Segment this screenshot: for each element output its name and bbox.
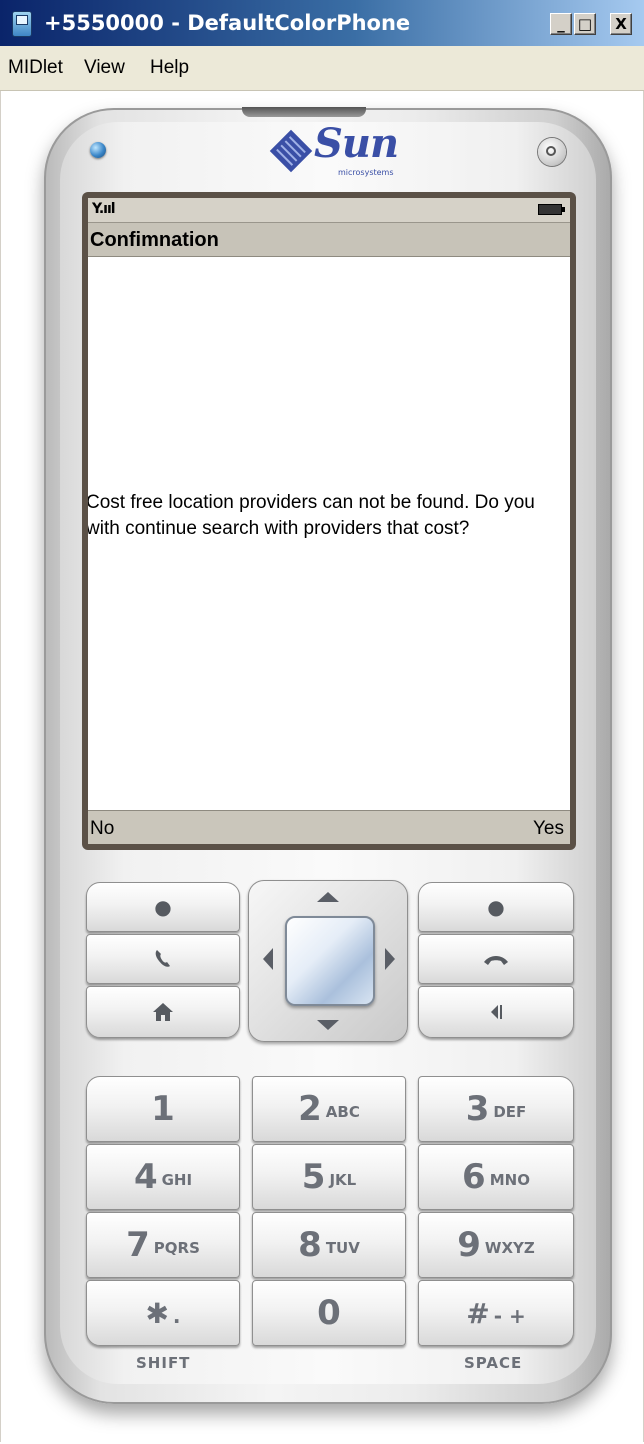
key-star[interactable]: ✱ . bbox=[86, 1280, 240, 1346]
dpad-select-button[interactable] bbox=[285, 916, 375, 1006]
key-digit: 5 bbox=[301, 1157, 326, 1197]
key-5[interactable]: 5 JKL bbox=[252, 1144, 406, 1210]
key-digit: 8 bbox=[298, 1225, 322, 1265]
key-letters: WXYZ bbox=[484, 1239, 535, 1257]
indicator-led bbox=[90, 142, 106, 158]
brand-sub: microsystems bbox=[338, 168, 394, 177]
window-titlebar: +5550000 - DefaultColorPhone _ □ X bbox=[0, 0, 644, 46]
back-button[interactable] bbox=[418, 986, 574, 1038]
dpad-left-icon[interactable] bbox=[263, 948, 273, 970]
softkey-yes[interactable]: Yes bbox=[533, 811, 564, 844]
send-button[interactable] bbox=[86, 934, 240, 984]
key-letters: MNO bbox=[489, 1171, 530, 1189]
right-soft-button[interactable]: ● bbox=[418, 882, 574, 932]
key-letters: JKL bbox=[329, 1171, 357, 1189]
end-button[interactable] bbox=[418, 934, 574, 984]
dpad-up-icon[interactable] bbox=[317, 892, 339, 902]
shift-label: SHIFT bbox=[136, 1354, 191, 1372]
key-letters: TUV bbox=[325, 1239, 360, 1257]
key-6[interactable]: 6 MNO bbox=[418, 1144, 574, 1210]
menu-help[interactable]: Help bbox=[150, 46, 189, 90]
minimize-button[interactable]: _ bbox=[550, 13, 572, 35]
key-digit: 2 bbox=[298, 1089, 322, 1129]
left-soft-button[interactable]: ● bbox=[86, 882, 240, 932]
softkey-bar: No Yes bbox=[88, 810, 570, 844]
key-0[interactable]: 0 bbox=[252, 1280, 406, 1346]
space-label: SPACE bbox=[464, 1354, 523, 1372]
status-bar: Y.ııl bbox=[88, 198, 570, 223]
sun-logo: Sun microsystems bbox=[268, 120, 399, 182]
softkey-no[interactable]: No bbox=[90, 811, 114, 844]
key-1[interactable]: 1 bbox=[86, 1076, 240, 1142]
key-letters: GHI bbox=[161, 1171, 193, 1189]
key-3[interactable]: 3 DEF bbox=[418, 1076, 574, 1142]
hang-up-icon bbox=[484, 956, 508, 965]
sun-logo-icon bbox=[269, 129, 313, 173]
dpad-right-icon[interactable] bbox=[385, 948, 395, 970]
battery-icon bbox=[538, 204, 565, 215]
key-digit: 9 bbox=[457, 1225, 481, 1265]
maximize-button[interactable]: □ bbox=[574, 13, 596, 35]
app-icon bbox=[12, 11, 32, 37]
key-digit: 7 bbox=[126, 1225, 150, 1265]
key-letters: DEF bbox=[493, 1103, 527, 1121]
dot-icon: ● bbox=[487, 895, 505, 919]
key-2[interactable]: 2 ABC bbox=[252, 1076, 406, 1142]
signal-icon: Y.ııl bbox=[92, 201, 116, 217]
brand-name: Sun bbox=[314, 120, 399, 167]
screen-title: Confimnation bbox=[88, 223, 570, 257]
key-letters: ABC bbox=[325, 1103, 360, 1121]
key-4[interactable]: 4 GHI bbox=[86, 1144, 240, 1210]
key-7[interactable]: 7 PQRS bbox=[86, 1212, 240, 1278]
key-digit: 6 bbox=[462, 1157, 486, 1197]
home-button[interactable] bbox=[86, 986, 240, 1038]
phone-handset-icon bbox=[155, 950, 170, 967]
power-button[interactable] bbox=[538, 138, 566, 166]
earpiece bbox=[242, 107, 366, 117]
menu-midlet[interactable]: MIDlet bbox=[8, 46, 63, 90]
key-letters: PQRS bbox=[153, 1239, 200, 1257]
phone-screen: Y.ııl Confimnation Cost free location pr… bbox=[88, 198, 570, 844]
menu-view[interactable]: View bbox=[84, 46, 125, 90]
key-digit: 1 bbox=[151, 1089, 175, 1129]
key-letters: - + bbox=[493, 1304, 526, 1328]
home-icon bbox=[153, 1003, 173, 1021]
menubar: MIDlet View Help bbox=[0, 46, 644, 91]
back-icon bbox=[491, 1005, 502, 1019]
window-title: +5550000 - DefaultColorPhone bbox=[44, 11, 411, 35]
dpad-down-icon[interactable] bbox=[317, 1020, 339, 1030]
dot-icon: ● bbox=[154, 895, 172, 919]
key-hash[interactable]: # - + bbox=[418, 1280, 574, 1346]
key-digit: ✱ bbox=[145, 1296, 169, 1330]
key-digit: 0 bbox=[317, 1293, 341, 1333]
key-8[interactable]: 8 TUV bbox=[252, 1212, 406, 1278]
key-digit: 4 bbox=[133, 1157, 158, 1197]
key-digit: # bbox=[466, 1296, 490, 1330]
key-letters: . bbox=[172, 1304, 181, 1328]
close-button[interactable]: X bbox=[610, 13, 632, 35]
key-9[interactable]: 9 WXYZ bbox=[418, 1212, 574, 1278]
alert-message: Cost free location providers can not be … bbox=[88, 492, 535, 539]
key-digit: 3 bbox=[465, 1089, 490, 1129]
